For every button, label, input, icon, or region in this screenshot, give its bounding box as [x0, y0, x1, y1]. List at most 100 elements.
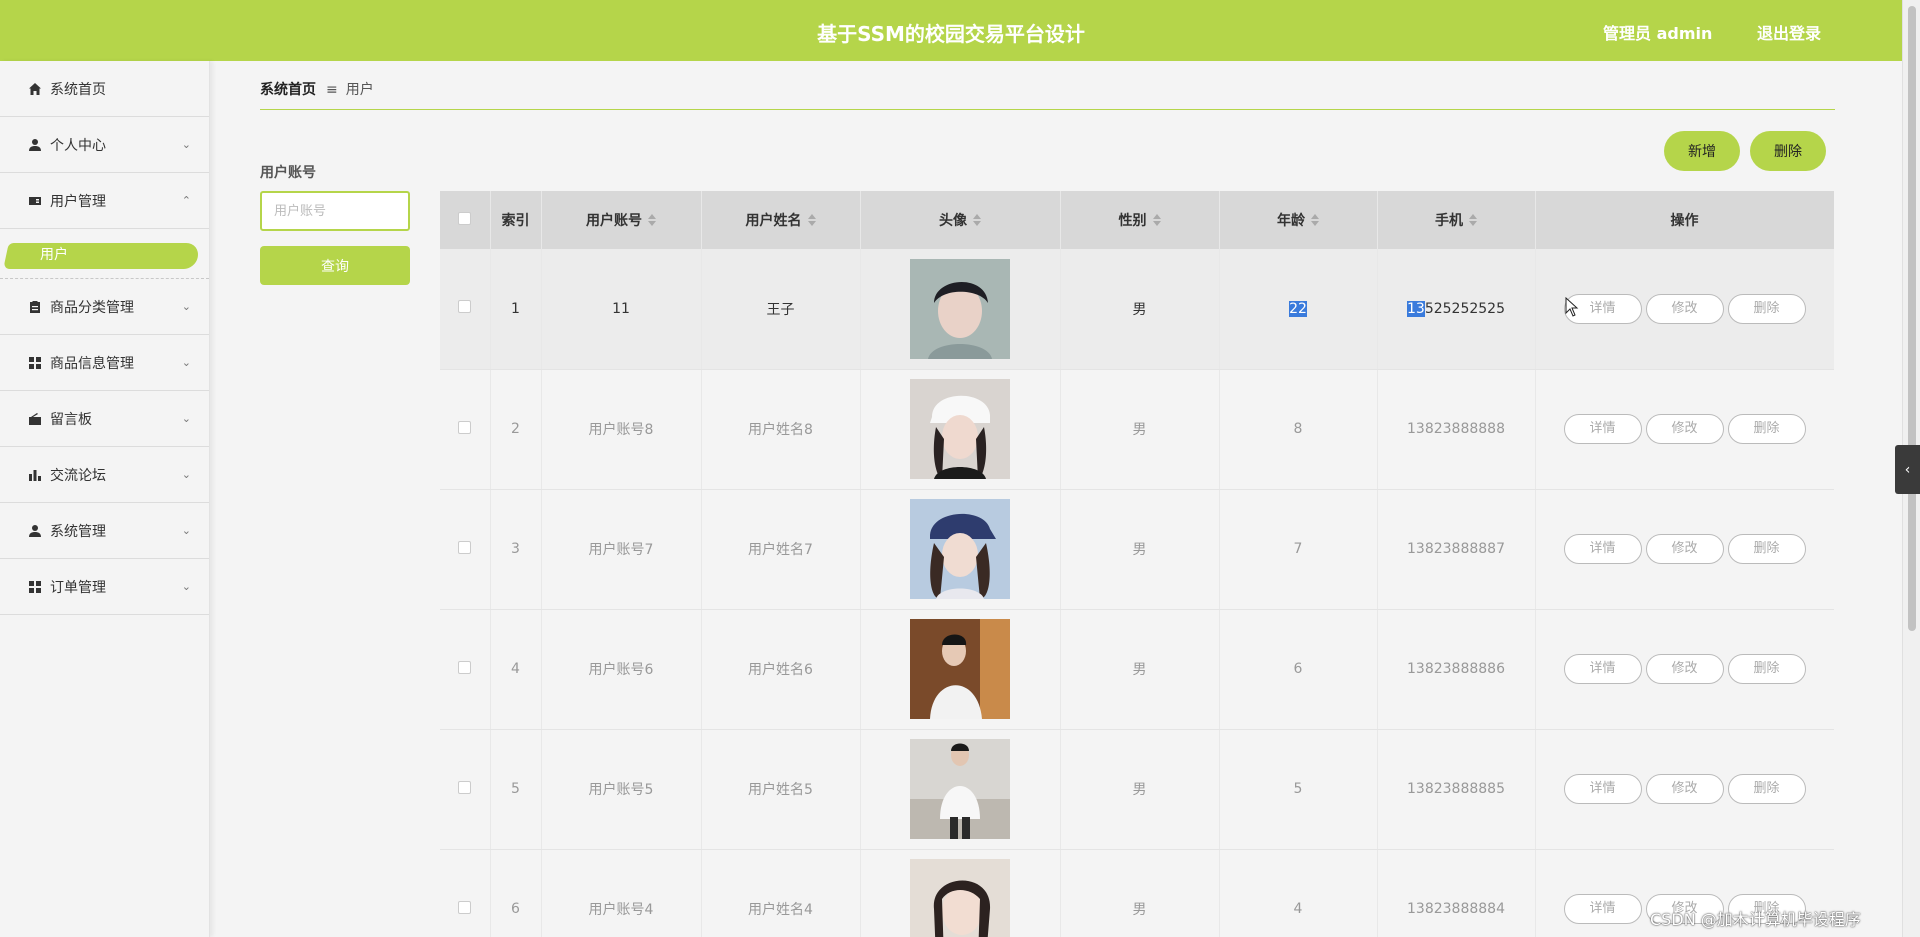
breadcrumb-current: 用户 — [345, 82, 374, 98]
select-all-checkbox[interactable] — [458, 211, 472, 225]
edit-button[interactable]: 修改 — [1645, 534, 1724, 564]
delete-button[interactable]: 删除 — [1750, 131, 1826, 171]
search-input[interactable] — [260, 191, 410, 231]
cell-gender: 男 — [1060, 729, 1220, 850]
edit-button[interactable]: 修改 — [1645, 774, 1724, 804]
cell-index: 2 — [490, 369, 542, 490]
sidebar-item-category-management[interactable]: 商品分类管理 ⌄ — [0, 279, 209, 335]
chevron-down-icon: ⌄ — [181, 356, 191, 369]
sidebar-item-goods-management[interactable]: 商品信息管理 ⌄ — [0, 335, 209, 391]
sidebar-item-message-board[interactable]: 留言板 ⌄ — [0, 391, 209, 447]
sidebar-subitem-user[interactable]: 用户 — [0, 229, 209, 279]
message-board-icon — [28, 412, 42, 426]
cell-name: 用户姓名6 — [701, 609, 861, 730]
cell-index: 4 — [490, 609, 542, 730]
grid-icon — [28, 580, 42, 594]
bar-chart-icon — [28, 468, 42, 482]
query-button[interactable]: 查询 — [260, 246, 410, 285]
chevron-up-icon: ⌃ — [181, 194, 191, 207]
admin-user-label: 管理员 admin — [1603, 24, 1713, 43]
avatar — [910, 499, 1010, 599]
column-header[interactable]: 手机 — [1377, 191, 1536, 249]
cell-age: 7 — [1219, 489, 1378, 610]
sidebar-item-system-management[interactable]: 系统管理 ⌄ — [0, 503, 209, 559]
sort-icon[interactable] — [1311, 214, 1319, 226]
row-delete-button[interactable]: 删除 — [1727, 534, 1806, 564]
cell-gender: 男 — [1060, 489, 1220, 610]
cell-account: 用户账号8 — [541, 369, 702, 490]
detail-button[interactable]: 详情 — [1563, 654, 1642, 684]
chevron-down-icon: ⌄ — [181, 412, 191, 425]
cell-phone: 13823888887 — [1377, 489, 1536, 610]
chevron-down-icon: ⌄ — [181, 580, 191, 593]
cell-gender: 男 — [1060, 249, 1220, 370]
edit-button[interactable]: 修改 — [1645, 414, 1724, 444]
cell-account: 用户账号4 — [541, 849, 702, 937]
cell-gender: 男 — [1060, 849, 1220, 937]
sort-icon[interactable] — [1469, 214, 1477, 226]
user-icon — [28, 524, 42, 538]
cell-phone: 13823888884 — [1377, 849, 1536, 937]
cell-phone: 525252525 — [1424, 300, 1505, 317]
user-table-wrapper: 索引 用户账号 用户姓名 头像 性别 年龄 手机 操作 1 11 王子 男 22… — [440, 191, 1834, 937]
sort-icon[interactable] — [648, 214, 656, 226]
logout-link[interactable]: 退出登录 — [1757, 20, 1821, 44]
cell-account: 11 — [541, 249, 702, 370]
mouse-cursor-icon — [1565, 297, 1579, 317]
column-header[interactable]: 用户姓名 — [701, 191, 861, 249]
sidebar-item-user-management[interactable]: 用户管理 ⌃ — [0, 173, 209, 229]
sort-icon[interactable] — [807, 214, 816, 226]
edit-button[interactable]: 修改 — [1645, 293, 1724, 324]
detail-button[interactable]: 详情 — [1563, 774, 1642, 804]
chevron-down-icon: ⌄ — [181, 468, 191, 481]
cell-age: 22 — [1289, 300, 1307, 317]
row-checkbox[interactable] — [458, 780, 472, 794]
sidebar-item-label: 订单管理 — [50, 579, 106, 596]
sidebar-item-label: 留言板 — [50, 411, 92, 428]
sidebar-item-profile[interactable]: 个人中心 ⌄ — [0, 117, 209, 173]
breadcrumb-home[interactable]: 系统首页 — [260, 82, 316, 98]
row-checkbox[interactable] — [458, 300, 472, 314]
row-checkbox[interactable] — [458, 900, 472, 914]
row-delete-button[interactable]: 删除 — [1727, 293, 1806, 324]
cell-index: 1 — [490, 249, 542, 370]
detail-button[interactable]: 详情 — [1563, 414, 1642, 444]
collapse-tab-button[interactable]: ‹ — [1895, 445, 1920, 494]
detail-button[interactable]: 详情 — [1563, 534, 1642, 564]
cell-phone-selected: 13 — [1407, 300, 1425, 317]
sidebar-item-home[interactable]: 系统首页 — [0, 61, 209, 117]
column-header[interactable]: 年龄 — [1219, 191, 1378, 249]
cell-age: 8 — [1219, 369, 1378, 490]
sidebar-item-forum[interactable]: 交流论坛 ⌄ — [0, 447, 209, 503]
row-checkbox[interactable] — [458, 540, 472, 554]
clipboard-icon — [28, 300, 42, 314]
row-delete-button[interactable]: 删除 — [1727, 414, 1806, 444]
detail-button[interactable]: 详情 — [1563, 894, 1642, 924]
cell-age: 5 — [1219, 729, 1378, 850]
scrollbar-thumb[interactable] — [1908, 6, 1916, 631]
top-header: 基于SSM的校园交易平台设计 管理员 admin 退出登录 — [0, 0, 1902, 61]
row-checkbox[interactable] — [458, 420, 472, 434]
row-delete-button[interactable]: 删除 — [1727, 654, 1806, 684]
chevron-down-icon: ⌄ — [181, 138, 191, 151]
breadcrumb-separator-icon: ≡ — [326, 82, 338, 98]
row-delete-button[interactable]: 删除 — [1727, 774, 1806, 804]
cell-gender: 男 — [1060, 369, 1220, 490]
cell-name: 用户姓名4 — [701, 849, 861, 937]
cell-age: 4 — [1219, 849, 1378, 937]
column-header[interactable]: 用户账号 — [541, 191, 702, 249]
edit-button[interactable]: 修改 — [1645, 654, 1724, 684]
sort-icon[interactable] — [1152, 214, 1161, 226]
sort-icon[interactable] — [973, 214, 981, 226]
column-header[interactable]: 头像 — [860, 191, 1061, 249]
column-header[interactable]: 性别 — [1060, 191, 1220, 249]
cell-phone: 13823888885 — [1377, 729, 1536, 850]
sidebar-item-label: 系统管理 — [50, 523, 106, 540]
cell-index: 5 — [490, 729, 542, 850]
sidebar-item-order-management[interactable]: 订单管理 ⌄ — [0, 559, 209, 615]
sidebar-item-label: 个人中心 — [50, 137, 106, 154]
column-header: 操作 — [1535, 191, 1834, 249]
avatar — [910, 258, 1010, 359]
add-button[interactable]: 新增 — [1664, 131, 1740, 171]
row-checkbox[interactable] — [458, 660, 472, 674]
